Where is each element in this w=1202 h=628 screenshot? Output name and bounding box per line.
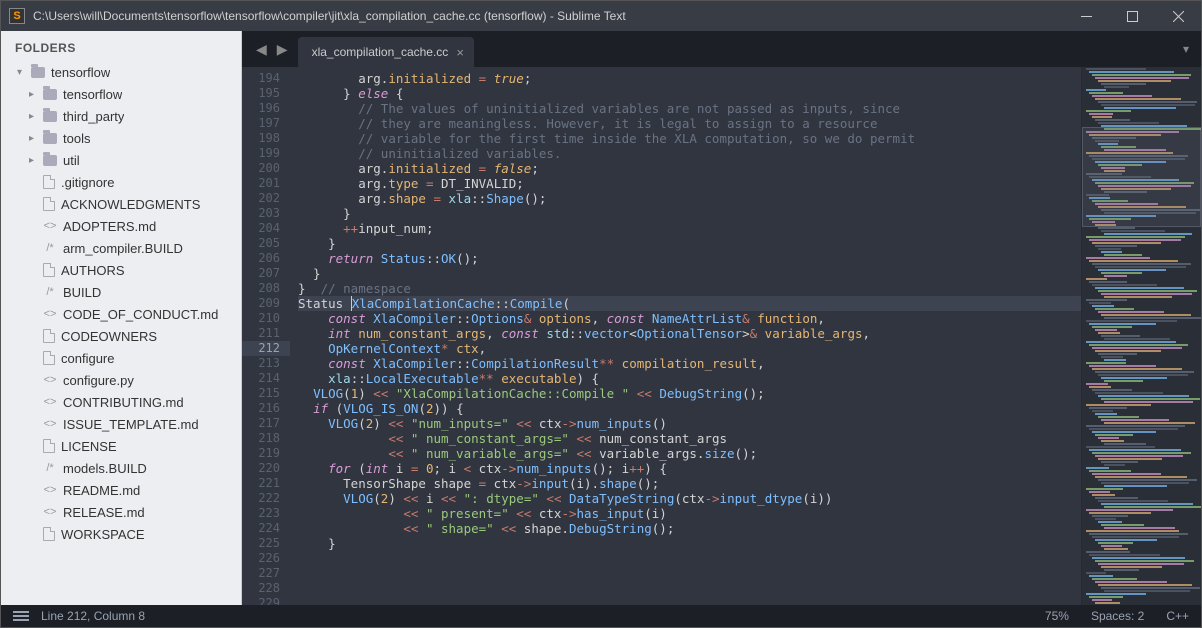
tree-label: arm_compiler.BUILD: [63, 241, 183, 256]
folder-icon: [43, 133, 57, 144]
file-icon: [43, 197, 55, 211]
file-type-icon: <>: [43, 506, 57, 518]
line-gutter[interactable]: 1941951961971981992002012022032042052062…: [242, 67, 290, 605]
minimap-viewport[interactable]: [1082, 127, 1201, 227]
tree-file[interactable]: .gitignore: [9, 171, 233, 193]
folder-icon: [43, 111, 57, 122]
titlebar: S C:\Users\will\Documents\tensorflow\ten…: [1, 1, 1201, 31]
tree-label: tools: [63, 131, 90, 146]
tree-label: .gitignore: [61, 175, 114, 190]
tree-file[interactable]: /* models.BUILD: [9, 457, 233, 479]
tree-file[interactable]: /* BUILD: [9, 281, 233, 303]
tree-file[interactable]: <> README.md: [9, 479, 233, 501]
nav-back-icon[interactable]: ◀: [252, 39, 271, 60]
file-type-icon: /*: [43, 242, 57, 254]
file-icon: [43, 263, 55, 277]
tree-file[interactable]: configure: [9, 347, 233, 369]
file-type-icon: <>: [43, 220, 57, 232]
tree-folder[interactable]: ▸ third_party: [9, 105, 233, 127]
file-type-icon: /*: [43, 462, 57, 474]
chevron-right-icon[interactable]: ▸: [29, 111, 39, 122]
chevron-down-icon[interactable]: ▾: [17, 67, 27, 78]
folder-icon: [31, 67, 45, 78]
file-icon: [43, 351, 55, 365]
status-zoom[interactable]: 75%: [1045, 609, 1069, 623]
tree-file[interactable]: <> RELEASE.md: [9, 501, 233, 523]
tree-file[interactable]: <> CODE_OF_CONDUCT.md: [9, 303, 233, 325]
tree-folder[interactable]: ▸ util: [9, 149, 233, 171]
status-language[interactable]: C++: [1166, 609, 1189, 623]
tree-label: configure.py: [63, 373, 134, 388]
file-icon: [43, 527, 55, 541]
tree-label: AUTHORS: [61, 263, 125, 278]
tree-label: LICENSE: [61, 439, 117, 454]
tree-label: ADOPTERS.md: [63, 219, 156, 234]
file-type-icon: <>: [43, 374, 57, 386]
tree-label: models.BUILD: [63, 461, 147, 476]
tree-label: README.md: [63, 483, 140, 498]
status-cursor[interactable]: Line 212, Column 8: [41, 609, 145, 623]
tab-bar: ◀ ▶ xla_compilation_cache.cc × ▾: [242, 31, 1201, 67]
folder-icon: [43, 89, 57, 100]
tree-file[interactable]: <> configure.py: [9, 369, 233, 391]
minimize-button[interactable]: [1063, 1, 1109, 31]
tree-label: CODEOWNERS: [61, 329, 157, 344]
tree-label: BUILD: [63, 285, 101, 300]
chevron-right-icon[interactable]: ▸: [29, 89, 39, 100]
file-icon: [43, 175, 55, 189]
sidebar: FOLDERS ▾ tensorflow ▸ tensorflow ▸ third_p…: [1, 31, 242, 605]
tree-label: third_party: [63, 109, 124, 124]
tree-label: RELEASE.md: [63, 505, 145, 520]
tree-file[interactable]: AUTHORS: [9, 259, 233, 281]
status-bar: Line 212, Column 8 75% Spaces: 2 C++: [1, 605, 1201, 627]
window-title: C:\Users\will\Documents\tensorflow\tenso…: [33, 9, 1063, 23]
file-type-icon: <>: [43, 396, 57, 408]
tree-file[interactable]: /* arm_compiler.BUILD: [9, 237, 233, 259]
sidebar-header: FOLDERS: [1, 31, 241, 61]
tree-file[interactable]: CODEOWNERS: [9, 325, 233, 347]
tree-file[interactable]: LICENSE: [9, 435, 233, 457]
minimap[interactable]: [1081, 67, 1201, 605]
menu-icon[interactable]: [13, 611, 29, 621]
chevron-right-icon[interactable]: ▸: [29, 133, 39, 144]
tree-folder[interactable]: ▸ tools: [9, 127, 233, 149]
tree-label: configure: [61, 351, 114, 366]
chevron-right-icon[interactable]: ▸: [29, 155, 39, 166]
tree-label: WORKSPACE: [61, 527, 145, 542]
file-icon: [43, 439, 55, 453]
folder-icon: [43, 155, 57, 166]
nav-forward-icon[interactable]: ▶: [273, 39, 292, 60]
status-indent[interactable]: Spaces: 2: [1091, 609, 1144, 623]
folder-tree[interactable]: ▾ tensorflow ▸ tensorflow ▸ third_party ▸ too…: [1, 61, 241, 605]
close-button[interactable]: [1155, 1, 1201, 31]
editor-area: ◀ ▶ xla_compilation_cache.cc × ▾ 1941951…: [242, 31, 1201, 605]
tree-label: tensorflow: [51, 65, 110, 80]
tree-label: ACKNOWLEDGMENTS: [61, 197, 200, 212]
file-icon: [43, 329, 55, 343]
tab-label: xla_compilation_cache.cc: [312, 45, 449, 59]
tree-label: util: [63, 153, 80, 168]
maximize-button[interactable]: [1109, 1, 1155, 31]
tree-label: ISSUE_TEMPLATE.md: [63, 417, 199, 432]
tree-file[interactable]: <> ADOPTERS.md: [9, 215, 233, 237]
tree-label: CONTRIBUTING.md: [63, 395, 184, 410]
tab-close-icon[interactable]: ×: [456, 45, 464, 60]
tree-label: CODE_OF_CONDUCT.md: [63, 307, 218, 322]
tree-root[interactable]: ▾ tensorflow: [9, 61, 233, 83]
window-controls: [1063, 1, 1201, 31]
file-type-icon: /*: [43, 286, 57, 298]
tab-active[interactable]: xla_compilation_cache.cc ×: [298, 37, 474, 67]
tree-folder[interactable]: ▸ tensorflow: [9, 83, 233, 105]
file-type-icon: <>: [43, 308, 57, 320]
file-type-icon: <>: [43, 418, 57, 430]
app-icon: S: [9, 8, 25, 24]
code-editor[interactable]: arg.initialized = true; } else { // The …: [290, 67, 1081, 605]
file-type-icon: <>: [43, 484, 57, 496]
tree-file[interactable]: <> ISSUE_TEMPLATE.md: [9, 413, 233, 435]
tree-label: tensorflow: [63, 87, 122, 102]
tree-file[interactable]: <> CONTRIBUTING.md: [9, 391, 233, 413]
tree-file[interactable]: ACKNOWLEDGMENTS: [9, 193, 233, 215]
tree-file[interactable]: WORKSPACE: [9, 523, 233, 545]
tab-overflow-icon[interactable]: ▾: [1171, 42, 1201, 56]
